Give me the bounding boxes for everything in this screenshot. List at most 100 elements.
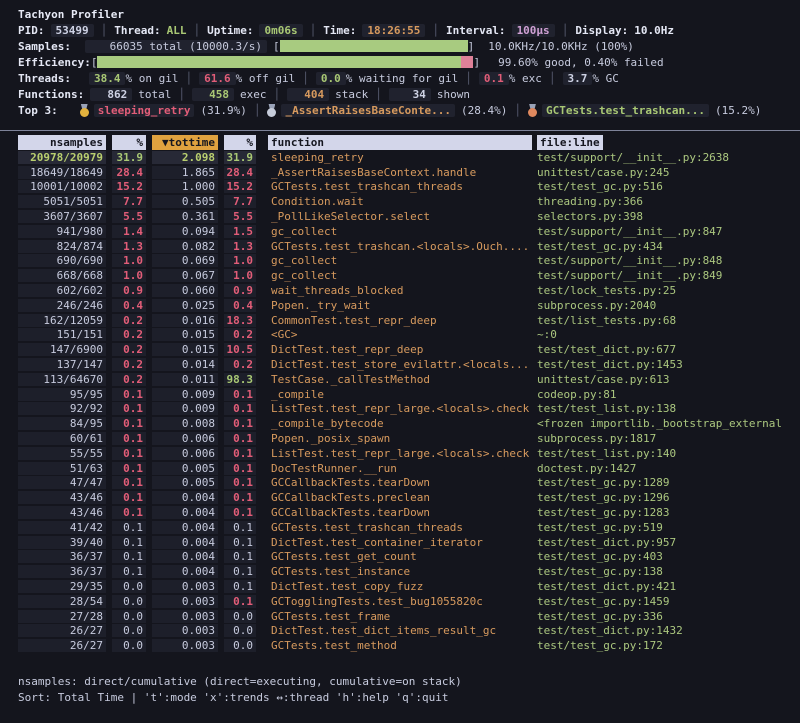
efficiency-bar-open-bracket: [ — [91, 56, 98, 69]
table-row[interactable]: 941/980 1.4 0.094 1.5 gc_collect test/su… — [18, 224, 796, 239]
percent-direct-cell: 0.1 — [112, 506, 146, 519]
table-row[interactable]: 55/55 0.1 0.006 0.1 ListTest.test_repr_l… — [18, 446, 796, 461]
functions-stack-value: 404 — [287, 88, 329, 101]
function-cell: wait_threads_blocked — [268, 284, 532, 297]
function-cell: GCCallbackTests.tearDown — [268, 506, 532, 519]
file-line-cell: test/list_tests.py:68 — [537, 314, 796, 327]
table-row[interactable]: 113/64670 0.2 0.011 98.3 TestCase._callT… — [18, 372, 796, 387]
samples-bar-close-bracket: ] — [468, 40, 475, 53]
nsamples-cell: 28/54 — [18, 595, 106, 608]
separator: │ — [185, 72, 192, 85]
table-row[interactable]: 147/6900 0.2 0.015 10.5 DictTest.test_re… — [18, 342, 796, 357]
table-row[interactable]: 668/668 1.0 0.067 1.0 gc_collect test/su… — [18, 268, 796, 283]
table-row[interactable]: 26/27 0.0 0.003 0.0 DictTest.test_dict_i… — [18, 624, 796, 639]
nsamples-cell: 26/27 — [18, 624, 106, 637]
nsamples-cell: 51/63 — [18, 462, 106, 475]
table-row[interactable]: 36/37 0.1 0.004 0.1 GCTests.test_get_cou… — [18, 550, 796, 565]
percent-direct-cell: 0.1 — [112, 565, 146, 578]
table-row[interactable]: 151/151 0.2 0.015 0.2 <GC> ~:0 — [18, 328, 796, 343]
table-row[interactable]: 27/28 0.0 0.003 0.0 GCTests.test_frame t… — [18, 609, 796, 624]
table-row[interactable]: 20978/20979 31.9 2.098 31.9 sleeping_ret… — [18, 150, 796, 165]
column-header-nsamples[interactable]: nsamples — [18, 135, 106, 150]
table-row[interactable]: 51/63 0.1 0.005 0.1 DocTestRunner.__run … — [18, 461, 796, 476]
column-header-pct2[interactable]: % — [224, 135, 256, 150]
table-row[interactable]: 92/92 0.1 0.009 0.1 ListTest.test_repr_l… — [18, 402, 796, 417]
function-cell: Condition.wait — [268, 195, 532, 208]
percent-cumulative-cell: 0.1 — [224, 580, 256, 593]
file-line-cell: test/test_dict.py:677 — [537, 343, 796, 356]
table-row[interactable]: 28/54 0.0 0.003 0.1 GCTogglingTests.test… — [18, 594, 796, 609]
table-row[interactable]: 60/61 0.1 0.006 0.1 Popen._posix_spawn s… — [18, 431, 796, 446]
table-row[interactable]: 162/12059 0.2 0.016 18.3 CommonTest.test… — [18, 313, 796, 328]
percent-cumulative-cell: 1.0 — [224, 254, 256, 267]
percent-direct-cell: 1.4 — [112, 225, 146, 238]
column-header-tottime-sorted[interactable]: ▼tottime — [152, 135, 218, 150]
file-line-cell: unittest/case.py:613 — [537, 373, 796, 386]
percent-cumulative-cell: 0.1 — [224, 388, 256, 401]
file-line-cell: test/test_list.py:138 — [537, 402, 796, 415]
thread-value: ALL — [167, 24, 187, 37]
percent-direct-cell: 0.1 — [112, 476, 146, 489]
tottime-cell: 0.009 — [152, 388, 218, 401]
file-line-cell: test/test_gc.py:138 — [537, 565, 796, 578]
top1-percent: (31.9%) — [200, 104, 246, 117]
file-line-cell: test/test_dict.py:957 — [537, 536, 796, 549]
column-header-pct1[interactable]: % — [112, 135, 146, 150]
separator: │ — [310, 24, 317, 37]
table-row[interactable]: 5051/5051 7.7 0.505 7.7 Condition.wait t… — [18, 194, 796, 209]
bronze-medal-icon — [528, 104, 537, 117]
table-row[interactable]: 41/42 0.1 0.004 0.1 GCTests.test_trashca… — [18, 520, 796, 535]
percent-direct-cell: 0.1 — [112, 521, 146, 534]
table-row[interactable]: 36/37 0.1 0.004 0.1 GCTests.test_instanc… — [18, 564, 796, 579]
column-header-file-line[interactable]: file:line — [537, 135, 603, 150]
percent-direct-cell: 0.2 — [112, 314, 146, 327]
percent-cumulative-cell: 0.1 — [224, 491, 256, 504]
efficiency-bar-close-bracket: ] — [473, 56, 480, 69]
percent-cumulative-cell: 98.3 — [224, 373, 256, 386]
tottime-cell: 0.016 — [152, 314, 218, 327]
tottime-cell: 1.000 — [152, 180, 218, 193]
percent-direct-cell: 0.2 — [112, 328, 146, 341]
table-row[interactable]: 43/46 0.1 0.004 0.1 GCCallbackTests.prec… — [18, 490, 796, 505]
percent-direct-cell: 0.1 — [112, 447, 146, 460]
top1-function: sleeping_retry — [94, 104, 195, 117]
percent-direct-cell: 0.1 — [112, 462, 146, 475]
functions-stack-text: stack — [335, 88, 368, 101]
column-header-function[interactable]: function — [268, 135, 532, 150]
functions-row: Functions: 862 total │ 458 exec │ 404 st… — [18, 86, 796, 102]
table-row[interactable]: 84/95 0.1 0.008 0.1 _compile_bytecode <f… — [18, 416, 796, 431]
table-row[interactable]: 824/874 1.3 0.082 1.3 GCTests.test_trash… — [18, 239, 796, 254]
table-row[interactable]: 18649/18649 28.4 1.865 28.4 _AssertRaise… — [18, 165, 796, 180]
threads-row: Threads: 38.4% on gil │ 61.6% off gil │ … — [18, 70, 796, 86]
table-row[interactable]: 3607/3607 5.5 0.361 5.5 _PollLikeSelecto… — [18, 209, 796, 224]
nsamples-cell: 10001/10002 — [18, 180, 106, 193]
tottime-cell: 0.004 — [152, 565, 218, 578]
table-row[interactable]: 43/46 0.1 0.004 0.1 GCCallbackTests.tear… — [18, 505, 796, 520]
table-row[interactable]: 246/246 0.4 0.025 0.4 Popen._try_wait su… — [18, 298, 796, 313]
tottime-cell: 0.505 — [152, 195, 218, 208]
separator: │ — [101, 24, 108, 37]
samples-label: Samples: — [18, 40, 71, 53]
waiting-gil-value: 0.0 — [316, 72, 346, 85]
table-row[interactable]: 29/35 0.0 0.003 0.1 DictTest.test_copy_f… — [18, 579, 796, 594]
functions-shown-text: shown — [437, 88, 470, 101]
separator: │ — [193, 24, 200, 37]
separator: │ — [178, 88, 185, 101]
table-row[interactable]: 137/147 0.2 0.014 0.2 DictTest.test_stor… — [18, 357, 796, 372]
table-row[interactable]: 39/40 0.1 0.004 0.1 DictTest.test_contai… — [18, 535, 796, 550]
percent-direct-cell: 0.0 — [112, 624, 146, 637]
table-row[interactable]: 26/27 0.0 0.003 0.0 GCTests.test_method … — [18, 638, 796, 653]
table-row[interactable]: 602/602 0.9 0.060 0.9 wait_threads_block… — [18, 283, 796, 298]
nsamples-cell: 60/61 — [18, 432, 106, 445]
tottime-cell: 0.004 — [152, 536, 218, 549]
table-row[interactable]: 47/47 0.1 0.005 0.1 GCCallbackTests.tear… — [18, 476, 796, 491]
tottime-cell: 0.006 — [152, 432, 218, 445]
table-row[interactable]: 10001/10002 15.2 1.000 15.2 GCTests.test… — [18, 180, 796, 195]
thread-label: Thread: — [114, 24, 160, 37]
file-line-cell: test/support/__init__.py:847 — [537, 225, 796, 238]
tottime-cell: 0.015 — [152, 328, 218, 341]
table-row[interactable]: 690/690 1.0 0.069 1.0 gc_collect test/su… — [18, 254, 796, 269]
file-line-cell: test/test_gc.py:1296 — [537, 491, 796, 504]
table-row[interactable]: 95/95 0.1 0.009 0.1 _compile codeop.py:8… — [18, 387, 796, 402]
function-cell: GCTests.test_instance — [268, 565, 532, 578]
